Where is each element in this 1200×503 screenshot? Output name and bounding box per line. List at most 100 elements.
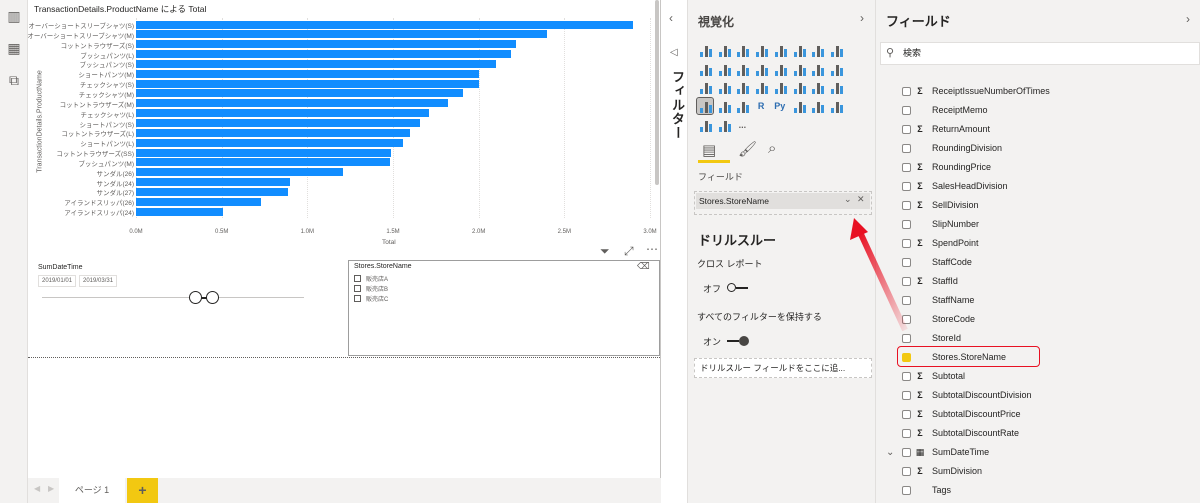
drillthrough-drop-zone[interactable]: ドリルスルー フィールドをここに追... [694,358,872,378]
remove-field-icon[interactable]: ✕ [857,194,865,205]
treemap-visual-icon[interactable] [715,79,732,96]
qa-visual-icon[interactable] [827,98,844,115]
model-view-icon[interactable]: ⧉ [6,72,22,88]
bar[interactable] [136,119,421,127]
field-checkbox[interactable] [902,447,911,457]
decomposition-tree-visual-icon[interactable] [809,98,826,115]
page-tab[interactable]: ページ 1 [59,478,125,503]
clustered-bar-visual-icon[interactable] [734,42,751,58]
line-clustered-visual-icon[interactable] [734,60,751,77]
r-visual-visual-icon[interactable]: R [753,98,769,114]
checkbox[interactable] [354,285,361,292]
field-item[interactable]: Σ Subtotal [902,367,965,385]
line-column-visual-icon[interactable] [715,60,732,77]
field-checkbox[interactable] [902,200,911,210]
field-item[interactable]: Σ SubtotalDiscountPrice [902,405,1021,423]
100-column-visual-icon[interactable] [790,42,807,58]
field-item[interactable]: Σ SubtotalDiscountDivision [902,386,1032,404]
chevron-left-icon[interactable]: ‹ [669,11,673,25]
field-item[interactable]: Tags [902,481,951,499]
checkbox[interactable] [354,275,361,282]
bar[interactable] [136,79,479,88]
bar[interactable] [136,99,448,108]
card-visual-icon[interactable] [790,79,807,96]
chevron-right-icon[interactable]: › [1186,12,1190,26]
bar[interactable] [136,207,224,216]
field-item[interactable]: ⌄ ▦ SumDateTime [886,443,989,461]
kpi-visual-icon[interactable] [827,79,844,96]
stacked-bar-visual-icon[interactable] [697,42,713,58]
field-item[interactable]: Σ ReturnAmount [902,120,990,138]
pie-visual-icon[interactable] [827,60,844,77]
bar[interactable] [136,138,404,147]
bar[interactable] [136,168,344,177]
arcgis-visual-icon[interactable] [697,116,713,133]
stacked-column-visual-icon[interactable] [715,42,732,58]
field-checkbox[interactable] [902,143,911,153]
store-option[interactable]: 販売店A [354,274,388,283]
more-visual-icon[interactable]: ... [734,117,750,133]
field-item[interactable]: RoundingDivision [902,139,1002,157]
field-checkbox[interactable] [902,390,911,400]
100-bar-visual-icon[interactable] [771,42,788,58]
stacked-area-visual-icon[interactable] [697,60,713,77]
store-option[interactable]: 販売店B [354,284,388,293]
field-checkbox[interactable] [902,86,911,96]
data-view-icon[interactable]: ▦ [6,40,22,56]
map-visual-icon[interactable] [734,79,751,96]
bar[interactable] [136,20,633,29]
focus-mode-icon[interactable]: ⤢ [624,244,634,259]
expand-chevron-icon[interactable]: ⌄ [886,447,894,458]
bar[interactable] [136,40,517,49]
canvas-scrollbar[interactable] [655,0,659,185]
key-influencers-visual-icon[interactable] [790,98,807,115]
funnel-visual-icon[interactable] [790,60,807,77]
bar[interactable] [136,109,429,118]
bar[interactable] [136,59,496,68]
bar[interactable] [136,50,512,59]
field-checkbox[interactable] [902,428,911,438]
donut-visual-icon[interactable] [697,79,713,96]
field-checkbox[interactable] [902,485,911,495]
report-view-icon[interactable]: ▥ [6,8,22,24]
date-slider-end-handle[interactable] [206,291,219,304]
field-checkbox[interactable] [902,124,911,134]
end-date-input[interactable]: 2019/03/31 [79,275,118,287]
slicer-visual-icon[interactable] [696,97,714,116]
field-item[interactable]: Σ ReceiptIssueNumberOfTimes [902,82,1050,100]
field-checkbox[interactable] [902,105,911,115]
fields-tab-icon[interactable]: ▤ [702,141,716,159]
python-visual-visual-icon[interactable]: Py [772,98,788,114]
field-checkbox[interactable] [902,181,911,191]
field-checkbox[interactable] [902,409,911,419]
store-option[interactable]: 販売店C [354,294,388,303]
powerapps-visual-icon[interactable] [715,116,732,133]
chevron-down-icon[interactable]: ⌄ [844,194,852,205]
waterfall-visual-icon[interactable] [771,60,788,77]
area-visual-icon[interactable] [827,42,844,58]
field-item[interactable]: Σ RoundingPrice [902,158,991,176]
more-options-icon[interactable]: ⋯ [646,242,658,256]
keep-filters-toggle[interactable] [727,336,749,346]
bar[interactable] [136,89,464,98]
bar[interactable] [136,187,289,196]
multirow-card-visual-icon[interactable] [809,79,826,96]
bar[interactable] [136,69,479,78]
store-slicer[interactable] [348,260,660,356]
add-page-button[interactable]: + [127,478,158,503]
search-input[interactable]: 検索 [880,42,1200,65]
chevron-right-icon[interactable]: › [860,11,864,25]
date-slider-track[interactable] [42,297,304,298]
scatter-visual-icon[interactable] [809,60,826,77]
filter-pane-label[interactable]: フィルター [668,70,687,140]
bar[interactable] [136,197,262,206]
clustered-column-visual-icon[interactable] [753,42,770,58]
field-checkbox[interactable] [902,466,911,476]
checkbox[interactable] [354,295,361,302]
bar[interactable] [136,30,548,39]
filled-map-visual-icon[interactable] [753,79,770,96]
table-visual-icon[interactable] [715,98,732,115]
field-item[interactable]: Σ SumDivision [902,462,982,480]
field-checkbox[interactable] [902,162,911,172]
field-checkbox[interactable] [902,371,911,381]
